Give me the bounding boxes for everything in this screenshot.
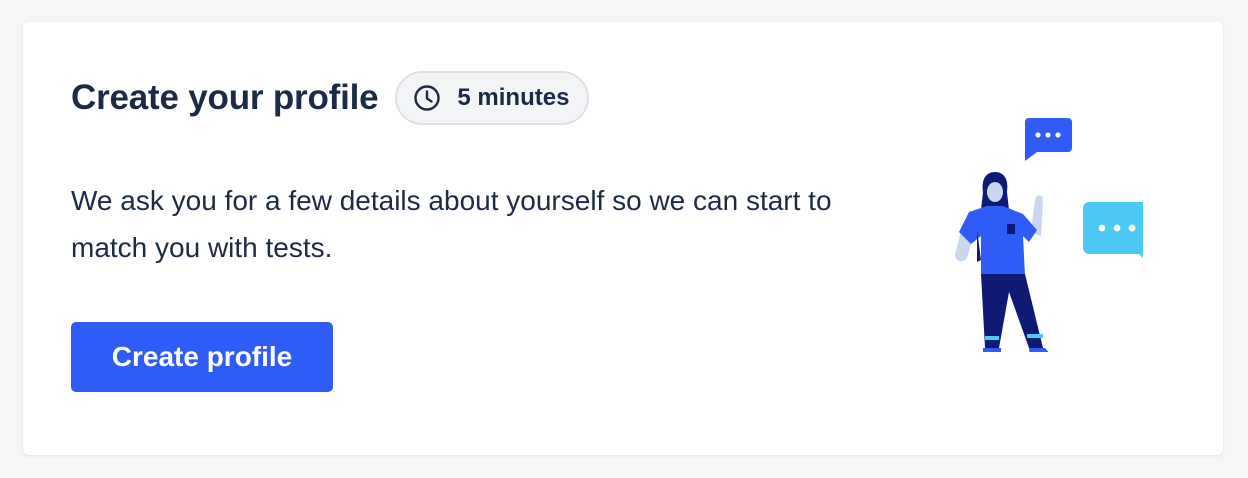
card-description: We ask you for a few details about yours… bbox=[71, 185, 832, 263]
create-profile-button[interactable]: Create profile bbox=[71, 322, 333, 392]
profile-card: Create your profile 5 minutes We ask you… bbox=[23, 22, 1223, 455]
title-row: Create your profile 5 minutes bbox=[71, 71, 590, 125]
duration-label: 5 minutes bbox=[457, 84, 570, 111]
person-illustration bbox=[955, 118, 1143, 352]
chat-bubble-icon bbox=[1025, 118, 1072, 161]
chat-bubble-icon bbox=[1083, 202, 1143, 258]
duration-badge: 5 minutes bbox=[395, 71, 590, 125]
clock-icon bbox=[414, 85, 441, 111]
card-title: Create your profile bbox=[71, 78, 379, 117]
person-figure bbox=[955, 172, 1049, 352]
